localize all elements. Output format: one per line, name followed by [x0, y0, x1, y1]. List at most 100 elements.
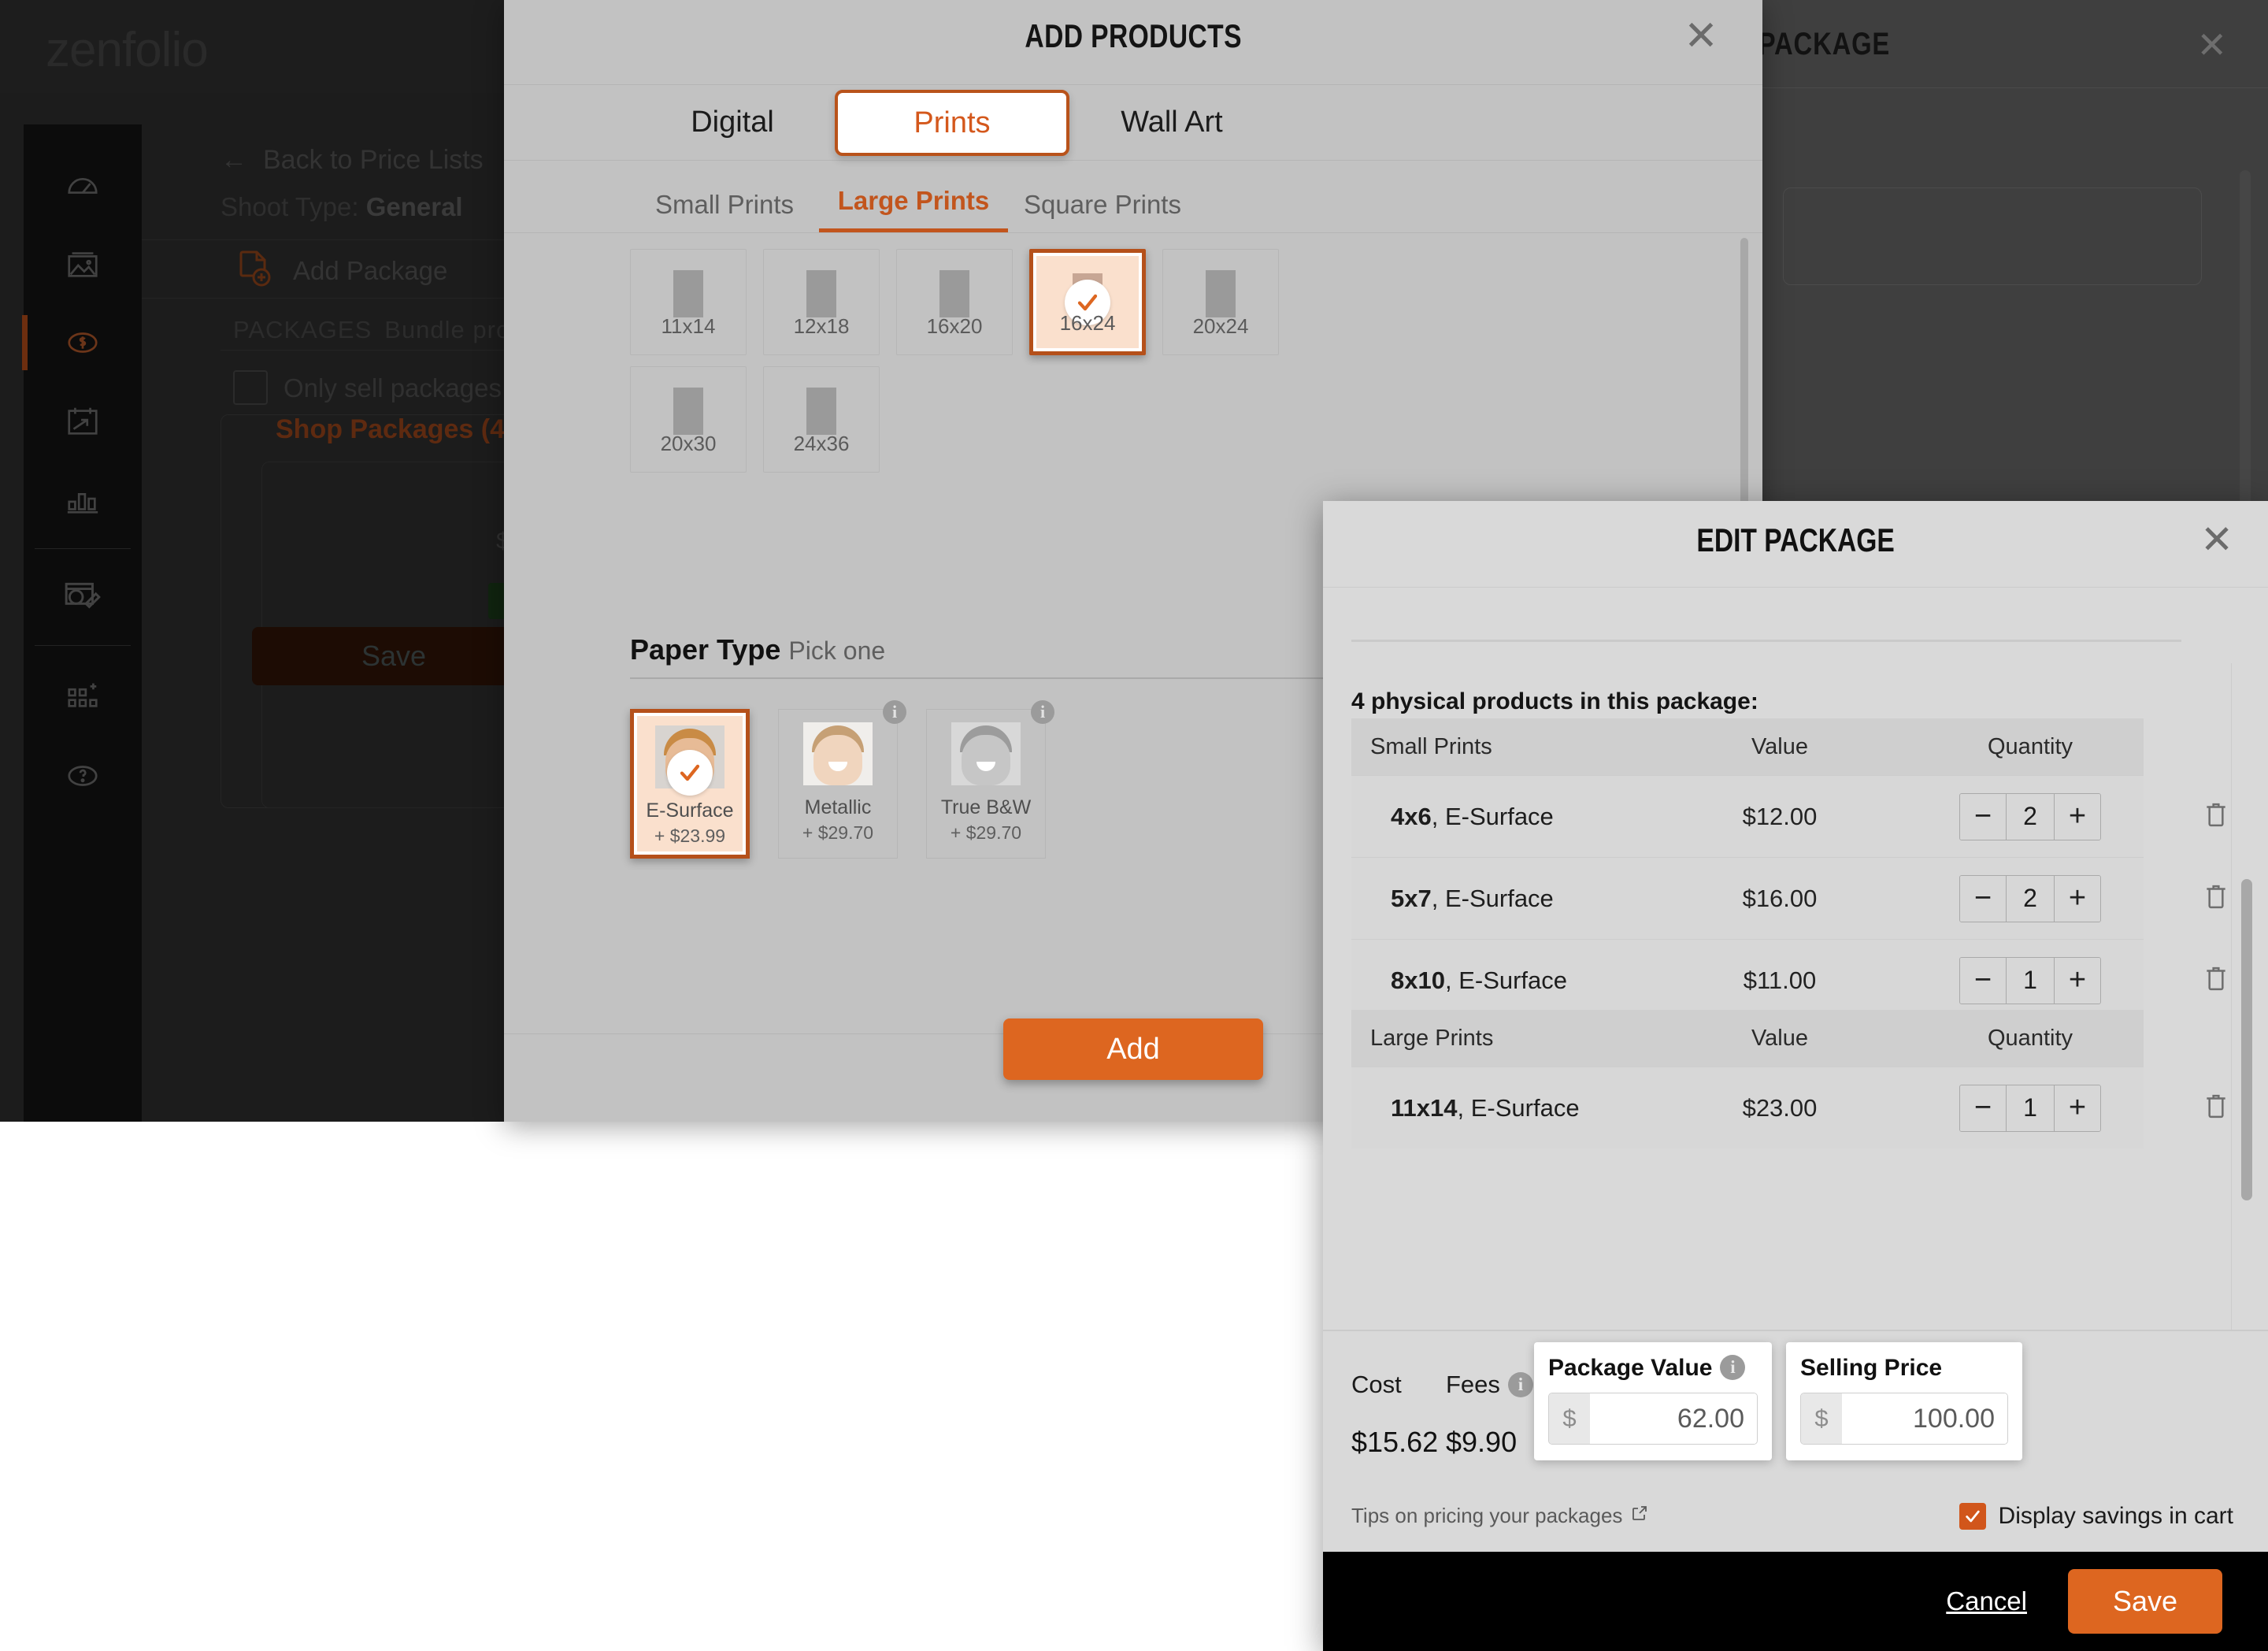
only-sell-packages-label: Only sell packages [284, 373, 502, 403]
size-label: 16x24 [1059, 311, 1116, 335]
subtab-small-prints[interactable]: Small Prints [630, 190, 819, 232]
only-sell-packages-checkbox[interactable] [233, 370, 268, 405]
sidebar-item-help[interactable] [24, 748, 142, 803]
active-indicator [22, 315, 28, 370]
sidebar-item-bookings[interactable] [24, 394, 142, 449]
website-edit-icon [63, 577, 102, 617]
close-icon[interactable]: ✕ [2196, 24, 2227, 66]
increment-button[interactable]: + [2055, 793, 2100, 840]
add-button[interactable]: Add [1003, 1018, 1263, 1080]
paper-option-price: + $23.99 [654, 826, 726, 846]
tab-digital[interactable]: Digital [630, 106, 835, 139]
subtab-large-prints[interactable]: Large Prints [819, 186, 1008, 232]
package-value-amount[interactable]: 62.00 [1590, 1393, 1757, 1444]
decrement-button[interactable]: − [1960, 957, 2006, 1004]
check-icon [667, 749, 713, 796]
add-package-button[interactable]: Add Package [235, 249, 447, 293]
back-to-price-lists-link[interactable]: ← Back to Price Lists [220, 145, 484, 176]
apps-add-icon [65, 676, 101, 712]
behind-dialog-header: T PACKAGE ✕ [1734, 0, 2268, 88]
table-header: Large Prints Value Quantity [1351, 1010, 2144, 1067]
selling-price-input[interactable]: $ 100.00 [1800, 1393, 2008, 1445]
table-row: 11x14, E-Surface $23.00 − 1 + [1351, 1067, 2225, 1148]
size-label: 24x36 [793, 432, 850, 455]
packages-heading: PACKAGES Bundle produc [233, 316, 553, 343]
increment-button[interactable]: + [2055, 1085, 2100, 1131]
shop-packages-title[interactable]: Shop Packages (4) [276, 414, 513, 445]
quantity-value[interactable]: 2 [2006, 875, 2055, 922]
close-icon[interactable]: ✕ [1677, 13, 1725, 60]
paper-option-metallic[interactable]: i Metallic + $29.70 [778, 700, 906, 859]
column-header-name: Small Prints [1370, 733, 1492, 759]
cancel-button[interactable]: Cancel [1946, 1586, 2027, 1616]
edit-package-scroll-area: 4 physical products in this package: Sma… [1323, 588, 2268, 1330]
print-size-grid: 11x14 12x18 16x20 16x24 20x24 20x30 24x3… [630, 249, 1279, 484]
increment-button[interactable]: + [2055, 875, 2100, 922]
size-preview-swatch [1206, 270, 1236, 317]
size-label: 20x24 [1192, 314, 1249, 338]
size-tile-11x14[interactable]: 11x14 [630, 249, 747, 355]
delete-row-button[interactable] [2200, 1089, 2232, 1127]
delete-row-button[interactable] [2200, 797, 2232, 836]
sidebar-item-website[interactable] [24, 570, 142, 625]
background-save-button[interactable]: Save [252, 627, 536, 685]
display-savings-checkbox[interactable] [1959, 1503, 1986, 1530]
size-tile-20x24[interactable]: 20x24 [1162, 249, 1279, 355]
paper-preview-thumbnail [951, 722, 1021, 785]
info-icon[interactable]: i [1720, 1355, 1746, 1380]
size-tile-20x30[interactable]: 20x30 [630, 366, 747, 473]
close-icon[interactable]: ✕ [2200, 517, 2233, 562]
product-type-tabs: Digital Prints Wall Art [504, 85, 1762, 161]
paper-option-true-bw[interactable]: i True B&W + $29.70 [926, 700, 1054, 859]
sidebar-item-apps[interactable] [24, 666, 142, 722]
edit-package-modal: EDIT PACKAGE ✕ 4 physical products in th… [1323, 501, 2268, 1651]
decrement-button[interactable]: − [1960, 1085, 2006, 1131]
column-header-quantity: Quantity [1988, 733, 2073, 759]
info-icon[interactable]: i [1507, 1372, 1533, 1397]
sidebar-item-pricing[interactable] [22, 315, 142, 370]
tab-wall-art[interactable]: Wall Art [1069, 106, 1274, 139]
paper-option-name: True B&W [940, 796, 1032, 818]
size-tile-24x36[interactable]: 24x36 [763, 366, 880, 473]
quantity-value[interactable]: 2 [2006, 793, 2055, 840]
sidebar-item-dashboard[interactable] [24, 158, 142, 213]
info-icon[interactable]: i [1031, 700, 1054, 724]
edit-package-title: EDIT PACKAGE [1696, 521, 1895, 558]
column-header-quantity: Quantity [1988, 1025, 2073, 1051]
screen-root: zenfolio ← Back to Price Lists Shoot Typ… [0, 0, 2268, 1651]
quantity-value[interactable]: 1 [2006, 1085, 2055, 1131]
edit-package-scrollbar[interactable] [2241, 879, 2252, 1200]
tips-on-pricing-link[interactable]: Tips on pricing your packages [1351, 1504, 1649, 1528]
size-preview-swatch [939, 270, 969, 317]
increment-button[interactable]: + [2055, 957, 2100, 1004]
size-tile-16x20[interactable]: 16x20 [896, 249, 1013, 355]
size-tile-16x24[interactable]: 16x24 [1029, 249, 1146, 355]
package-value-input[interactable]: $ 62.00 [1548, 1393, 1758, 1445]
decrement-button[interactable]: − [1960, 875, 2006, 922]
save-button[interactable]: Save [2068, 1569, 2222, 1634]
app-sidebar [22, 124, 142, 1122]
selling-price-amount[interactable]: 100.00 [1842, 1393, 2007, 1444]
product-name: 5x7, E-Surface [1391, 884, 1554, 912]
paper-option-e-surface[interactable]: E-Surface + $23.99 [630, 709, 750, 859]
delete-row-button[interactable] [2200, 879, 2232, 918]
large-prints-table: Large Prints Value Quantity 11x14, E-Sur… [1351, 1010, 2225, 1148]
add-package-icon [235, 249, 272, 293]
subtab-square-prints[interactable]: Square Prints [1008, 190, 1197, 232]
size-label: 16x20 [926, 314, 983, 338]
column-header-name: Large Prints [1370, 1025, 1494, 1051]
table-row: 5x7, E-Surface $16.00 − 2 + [1351, 857, 2225, 939]
add-products-title: ADD PRODUCTS [1025, 17, 1242, 54]
sidebar-item-galleries[interactable] [24, 236, 142, 291]
size-tile-12x18[interactable]: 12x18 [763, 249, 880, 355]
display-savings-label: Display savings in cart [1998, 1503, 2233, 1529]
decrement-button[interactable]: − [1960, 793, 2006, 840]
quantity-value[interactable]: 1 [2006, 957, 2055, 1004]
arrow-left-icon: ← [220, 145, 247, 175]
sidebar-item-reports[interactable] [24, 473, 142, 528]
delete-row-button[interactable] [2200, 961, 2232, 1000]
tab-prints[interactable]: Prints [835, 89, 1069, 156]
info-icon[interactable]: i [883, 700, 906, 724]
sidebar-divider-2 [35, 645, 131, 646]
display-savings-toggle[interactable]: Display savings in cart [1959, 1503, 2233, 1530]
